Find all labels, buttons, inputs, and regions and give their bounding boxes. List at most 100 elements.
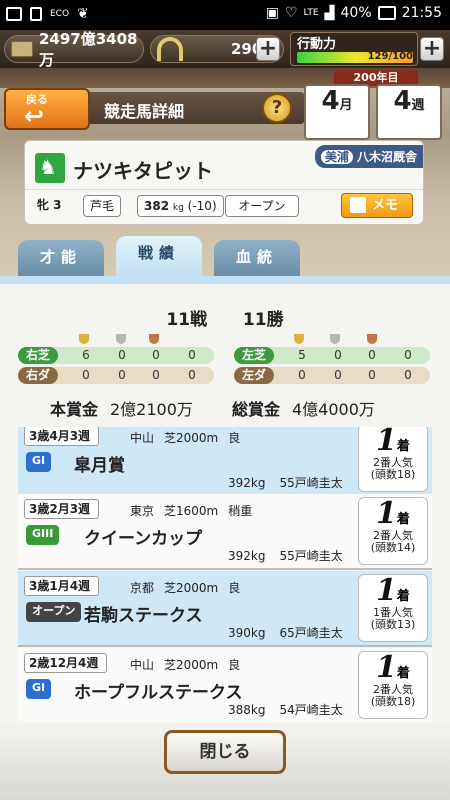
race-row[interactable]: 3歳2月3週 東京 芝1600m 稍重 GIII クイーンカップ 392kg 55戸崎圭太 1着… xyxy=(18,494,432,570)
race-distance: 芝1600m xyxy=(164,504,219,518)
weight-change: (-10) xyxy=(187,199,217,213)
add-stamina-button[interactable]: + xyxy=(420,37,444,61)
trainer-badge: 美浦 八木沼厩舎 xyxy=(314,145,423,168)
race-distance: 芝2000m xyxy=(164,431,219,445)
stats-label: 左芝 xyxy=(234,347,274,364)
calendar-week: 4週 xyxy=(376,84,442,140)
memo-label: メモ xyxy=(372,198,399,213)
tab-talent[interactable]: 才能 xyxy=(18,240,104,276)
stat-first: 6 xyxy=(82,348,90,362)
race-info: 392kg 55戸崎圭太 xyxy=(228,547,343,564)
race-grade-badge: GIII xyxy=(26,525,60,545)
money-icon xyxy=(11,41,33,57)
race-body-weight: 392kg xyxy=(228,476,266,490)
stat-third: 0 xyxy=(368,348,376,362)
total-prize-value: 4億4000万 xyxy=(292,400,375,419)
race-grade-badge: GI xyxy=(26,452,52,472)
weight-unit: kg xyxy=(172,203,184,213)
stamina-gauge: 行動力 129/100 xyxy=(290,32,418,66)
race-course: 東京 芝1600m 稍重 xyxy=(130,502,252,519)
race-name: クイーンカップ xyxy=(84,529,203,549)
race-name: ホープフルステークス xyxy=(74,683,243,703)
tab-pedigree[interactable]: 血統 xyxy=(214,240,300,276)
race-name: 若駒ステークス xyxy=(84,606,203,626)
back-button[interactable]: 戻る ↩ xyxy=(4,88,90,130)
stat-second: 0 xyxy=(334,368,342,382)
clock: 21:55 xyxy=(401,5,442,21)
place-unit: 着 xyxy=(396,666,410,681)
stats-left-turf: 左芝 5 0 0 0 xyxy=(234,347,430,364)
stat-first: 0 xyxy=(298,368,306,382)
race-course: 中山 芝2000m 良 xyxy=(130,429,240,446)
close-button[interactable]: 閉じる xyxy=(164,730,286,774)
battery-icon xyxy=(377,6,396,20)
field-size: (頭数14) xyxy=(370,541,416,554)
signal-icon: ▟ xyxy=(324,5,335,21)
eco-indicator: ECO xyxy=(50,9,70,19)
help-button[interactable]: ? xyxy=(262,93,292,123)
bronze-trophy-icon xyxy=(367,334,377,344)
month-unit: 月 xyxy=(339,98,353,113)
race-jockey: 54戸崎圭太 xyxy=(279,703,343,717)
field-size: (頭数18) xyxy=(370,695,416,708)
track-condition: 良 xyxy=(228,658,241,672)
race-track: 中山 xyxy=(130,658,155,672)
race-body-weight: 390kg xyxy=(228,626,266,640)
sex-age: 牝 3 xyxy=(37,198,62,212)
gold-trophy-icon xyxy=(294,334,304,344)
race-class: オープン xyxy=(225,195,299,217)
finish-place: 1着 1番人気 (頭数13) xyxy=(358,574,428,642)
race-course: 中山 芝2000m 良 xyxy=(130,656,240,673)
sd-card-icon xyxy=(30,7,42,21)
race-track: 中山 xyxy=(130,431,155,445)
status-bar: ECO ❦ ▣ ♡ LTE ▟ 40% 21:55 xyxy=(0,0,450,30)
stats-label: 左ダ xyxy=(234,367,274,384)
bronze-trophy-icon xyxy=(149,334,159,344)
stats-right-turf: 右芝 6 0 0 0 xyxy=(18,347,214,364)
stat-third: 0 xyxy=(368,368,376,382)
stamina-value: 129/100 xyxy=(367,51,413,62)
total-starts: 11戦 xyxy=(166,310,208,330)
money-display: 2497億3408万 xyxy=(4,30,144,69)
race-jockey: 65戸崎圭太 xyxy=(279,626,343,640)
vibrate-icon: ▣ xyxy=(265,5,279,21)
horse-card: ♞ ナツキタピット 美浦 八木沼厩舎 牝 3 芦毛 382 kg (-10) オー… xyxy=(24,140,424,225)
silver-trophy-icon xyxy=(116,334,126,344)
race-info: 390kg 65戸崎圭太 xyxy=(228,624,343,641)
tab-record[interactable]: 戦績 xyxy=(116,236,202,276)
calendar: 200年目 4月 4週 xyxy=(300,70,448,140)
stats-right-dirt: 右ダ 0 0 0 0 xyxy=(18,367,214,384)
stats-left-dirt: 左ダ 0 0 0 0 xyxy=(234,367,430,384)
race-jockey: 55戸崎圭太 xyxy=(279,549,343,563)
race-info: 392kg 55戸崎圭太 xyxy=(228,474,343,491)
finish-place: 1着 2番人気 (頭数18) xyxy=(358,427,428,492)
race-body-weight: 388kg xyxy=(228,703,266,717)
week-number: 4 xyxy=(393,86,412,116)
race-date: 3歳4月3週 xyxy=(24,427,100,446)
money-value: 2497億3408万 xyxy=(39,30,138,69)
track-condition: 稍重 xyxy=(228,504,253,518)
leaf-icon: ❦ xyxy=(77,6,89,22)
stat-other: 0 xyxy=(404,368,412,382)
lte-indicator: LTE xyxy=(303,8,319,18)
memo-button[interactable]: メモ xyxy=(341,193,413,218)
stat-first: 0 xyxy=(82,368,90,382)
race-history-list[interactable]: 3歳4月3週 中山 芝2000m 良 GI 皐月賞 392kg 55戸崎圭太 1着 2番人気 (頭数… xyxy=(18,427,432,722)
race-track: 京都 xyxy=(130,581,155,595)
horseshoe-icon xyxy=(157,37,183,61)
race-body-weight: 392kg xyxy=(228,549,266,563)
race-jockey: 55戸崎圭太 xyxy=(279,476,343,490)
race-name: 皐月賞 xyxy=(74,456,125,476)
race-row[interactable]: 3歳4月3週 中山 芝2000m 良 GI 皐月賞 392kg 55戸崎圭太 1着 2番人気 (頭数… xyxy=(18,427,432,497)
race-row[interactable]: 3歳1月4週 京都 芝2000m 良オープン 若駒ステークス 390kg 65戸崎圭太 1着 1… xyxy=(18,571,432,647)
race-grade-badge: GI xyxy=(26,679,52,699)
stat-second: 0 xyxy=(334,348,342,362)
stats-label: 右ダ xyxy=(18,367,58,384)
finish-place: 1着 2番人気 (頭数14) xyxy=(358,497,428,565)
race-distance: 芝2000m xyxy=(164,658,219,672)
trainer-name: 八木沼厩舎 xyxy=(356,150,417,164)
add-horseshoe-button[interactable]: + xyxy=(256,37,280,61)
stat-other: 0 xyxy=(188,368,196,382)
field-size: (頭数13) xyxy=(370,618,416,631)
race-row[interactable]: 2歳12月4週 中山 芝2000m 良 GI ホープフルステークス 388kg 54戸崎圭太 1… xyxy=(18,648,432,722)
